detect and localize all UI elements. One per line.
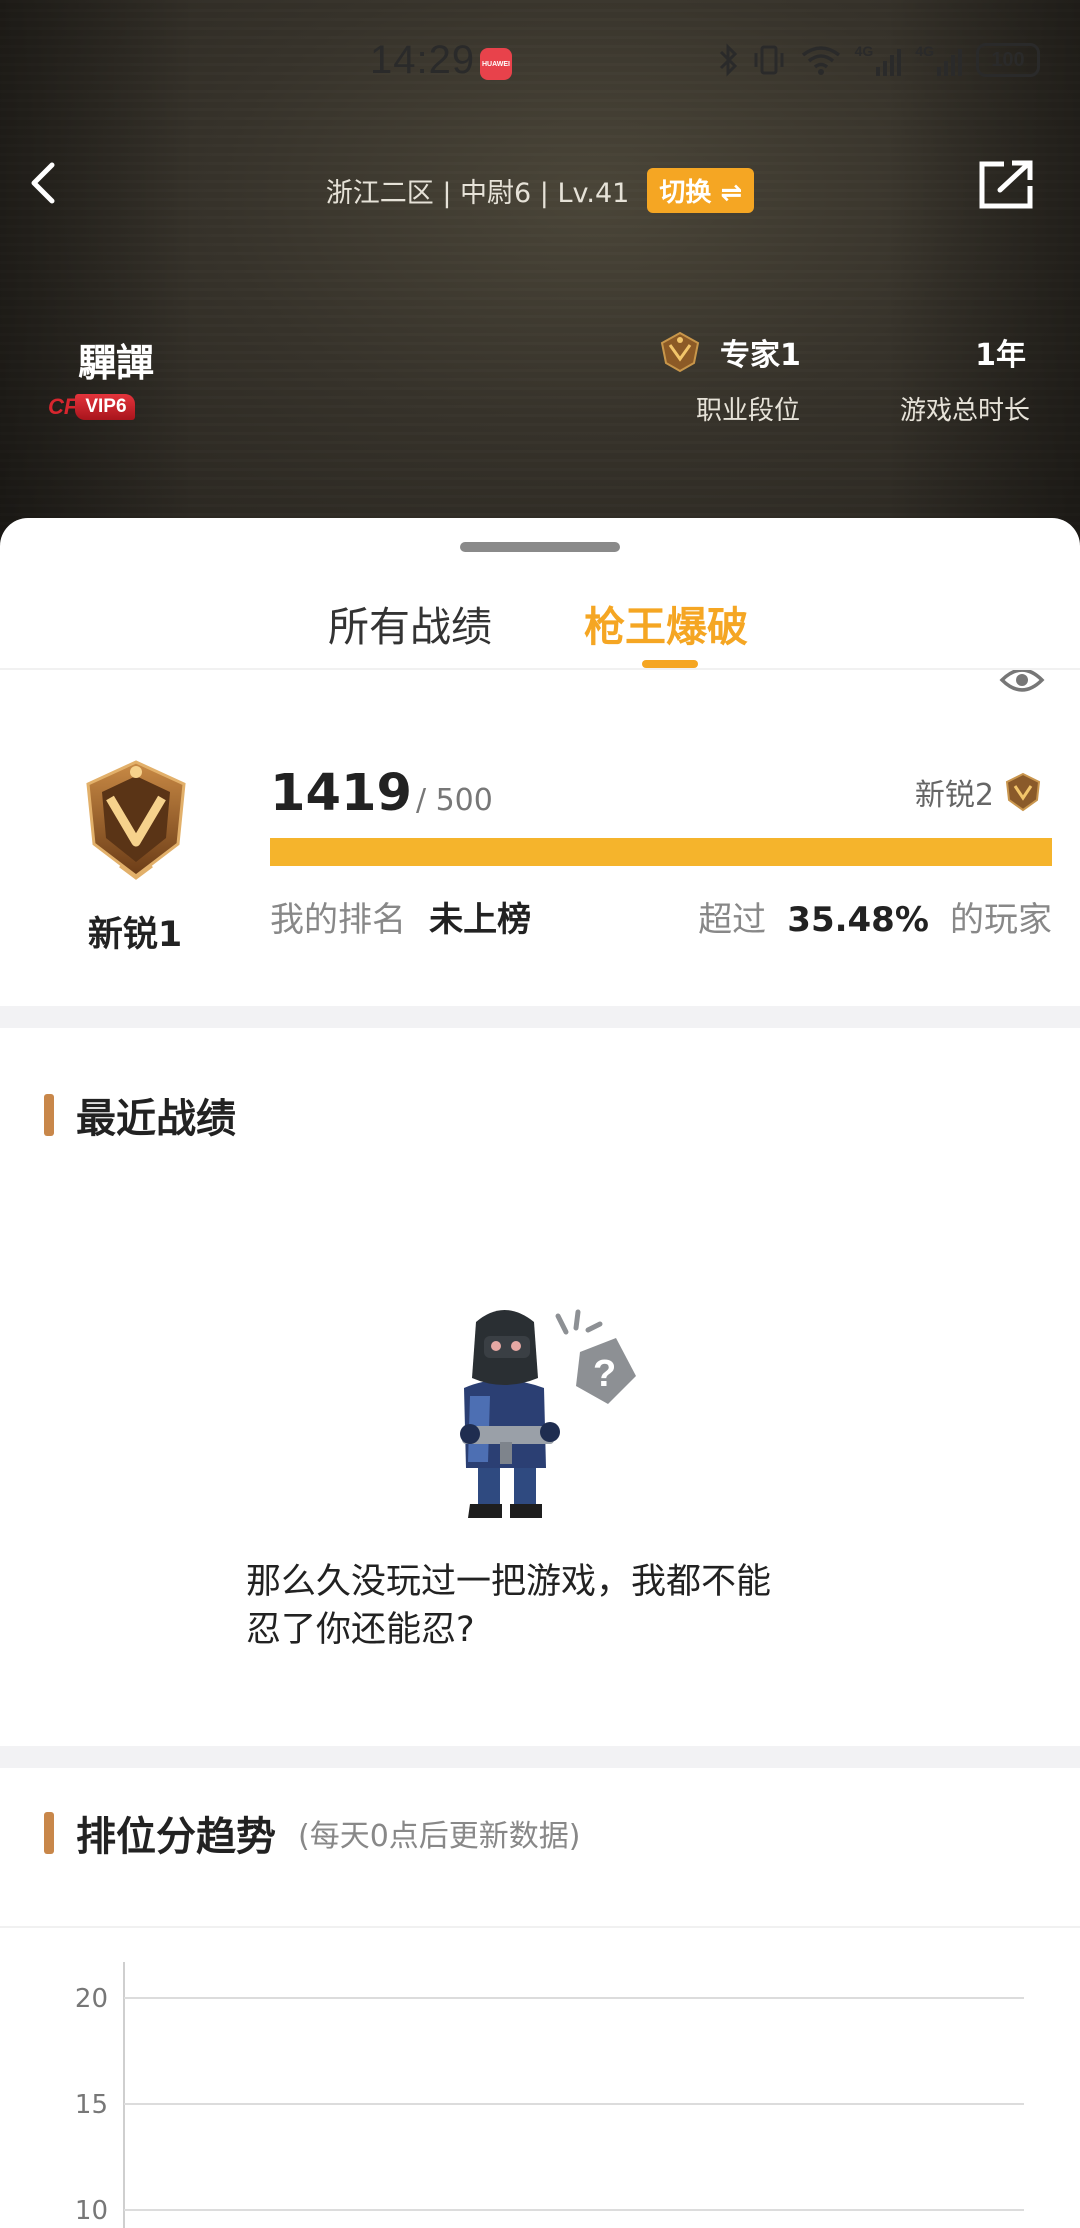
empty-message-line-1: 那么久没玩过一把游戏，我都不能 [246,1562,772,1602]
tab-all-records[interactable]: 所有战绩 [328,586,492,668]
stats-sheet: 所有战绩 枪王爆破 新锐1 1419 / 500 新锐2 我的排名 未上榜 超过… [0,518,1080,2228]
trend-subtitle: (每天0点后更新数据) [298,1819,581,1854]
page: 14:29 HUAWEI 4G 4G 100 浙江二区 | 中尉6 | Lv.4… [0,0,1080,2228]
section-separator [0,1006,1080,1028]
y-tick-label: 15 [75,2090,108,2120]
career-rank-label: 职业段位 [696,396,801,426]
cf-logo: CF [48,394,78,419]
section-marker [44,1094,54,1136]
score-max: / 500 [415,783,493,818]
status-bar: 14:29 HUAWEI 4G 4G 100 [0,0,1080,110]
signal-bars-icon [876,49,902,76]
exceed-value: 35.48% [787,900,929,940]
bluetooth-icon [719,43,737,77]
drag-handle[interactable] [460,542,620,552]
rank-score-trend-chart: 20 15 10 [75,1962,1024,2228]
career-rank-stat: 专家1 职业段位 [658,330,898,427]
play-time-label: 游戏总时长 [899,396,1030,426]
play-time-stat: 1年 游戏总时长 [880,330,1050,427]
rank-progress-fill [270,838,1052,866]
cell-signal-1: 4G [855,43,904,77]
status-icons: 4G 4G 100 [717,40,1040,80]
score-value: 1419 [270,764,412,823]
vibrate-icon [754,45,784,75]
y-tick-label: 10 [75,2196,108,2226]
my-rank-value: 未上榜 [429,900,532,940]
vip-badge: CF VIP6 [48,392,135,422]
server-info-bar: 浙江二区 | 中尉6 | Lv.41 切换 ⇌ [0,168,1080,213]
cell-signal-2: 4G [915,43,964,77]
section-separator [0,1746,1080,1768]
recent-section-title: 最近战绩 [44,1086,236,1144]
play-time-value: 1年 [975,338,1026,373]
section-marker [44,1812,54,1854]
exceed-prefix: 超过 [698,900,767,940]
next-rank: 新锐2 [915,770,1042,814]
rank-progress-bar [270,838,1052,866]
rank-score: 1419 / 500 [270,764,493,823]
recent-title: 最近战绩 [76,1096,236,1142]
rank-name: 新锐1 [87,915,183,955]
next-rank-name: 新锐2 [914,778,994,813]
rank-summary: 我的排名 未上榜 超过 35.48% 的玩家 [270,892,1052,941]
share-icon[interactable] [978,158,1036,210]
divider [0,1926,1080,1928]
my-rank-label: 我的排名 [270,900,406,940]
my-rank: 我的排名 未上榜 [270,892,531,941]
exceed-players: 超过 35.48% 的玩家 [698,892,1052,941]
signal-bars-icon [937,49,962,76]
tab-bar: 所有战绩 枪王爆破 [0,586,1080,692]
trend-section-title: 排位分趋势 (每天0点后更新数据) [44,1804,581,1862]
svg-text:?: ? [593,1353,616,1395]
battery-icon: 100 [976,43,1040,77]
rank-card: 新锐1 1419 / 500 新锐2 我的排名 未上榜 超过 35.48% 的玩… [0,670,1080,1010]
active-tab-indicator [642,660,698,668]
network-type-label: 4G [915,43,934,59]
app-notification-icon: HUAWEI [480,48,512,80]
next-rank-emblem-icon [1005,772,1041,812]
rank-emblem-small-icon [660,331,700,373]
tab-sniper-demolition[interactable]: 枪王爆破 [584,586,748,668]
server-info-text: 浙江二区 | 中尉6 | Lv.41 [325,178,630,209]
switch-button[interactable]: 切换 ⇌ [647,168,755,213]
network-type-label: 4G [854,43,874,59]
career-rank-value: 专家1 [720,338,801,373]
rank-emblem-icon [86,760,186,880]
empty-message-line-2: 忍了你还能忍? [246,1610,475,1650]
empty-state-message: 那么久没玩过一把游戏，我都不能 忍了你还能忍? [246,1558,866,1654]
empty-state-illustration: ? [460,1309,636,1518]
trend-title: 排位分趋势 [76,1814,276,1860]
status-time: 14:29 [370,38,476,82]
vip-level: VIP6 [75,394,135,420]
exceed-suffix: 的玩家 [950,900,1052,940]
y-tick-label: 20 [75,1984,108,2014]
wifi-icon [801,46,840,75]
player-name: 驒譂 [78,340,155,385]
